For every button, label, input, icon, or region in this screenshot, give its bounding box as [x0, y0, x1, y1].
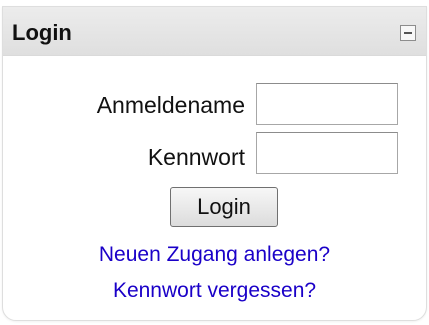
forgot-password-link[interactable]: Kennwort vergessen? [3, 278, 426, 304]
block-header: Login [3, 7, 426, 56]
password-input[interactable] [256, 132, 398, 174]
login-block: Login Anmeldename Kennwort Login Neuen Z… [2, 6, 427, 321]
login-button[interactable]: Login [170, 187, 278, 227]
collapse-icon[interactable] [400, 25, 416, 41]
password-label: Kennwort [147, 144, 245, 170]
register-link[interactable]: Neuen Zugang anlegen? [3, 242, 426, 268]
username-input[interactable] [256, 83, 398, 125]
block-title: Login [12, 20, 72, 45]
username-label: Anmeldename [96, 92, 245, 118]
